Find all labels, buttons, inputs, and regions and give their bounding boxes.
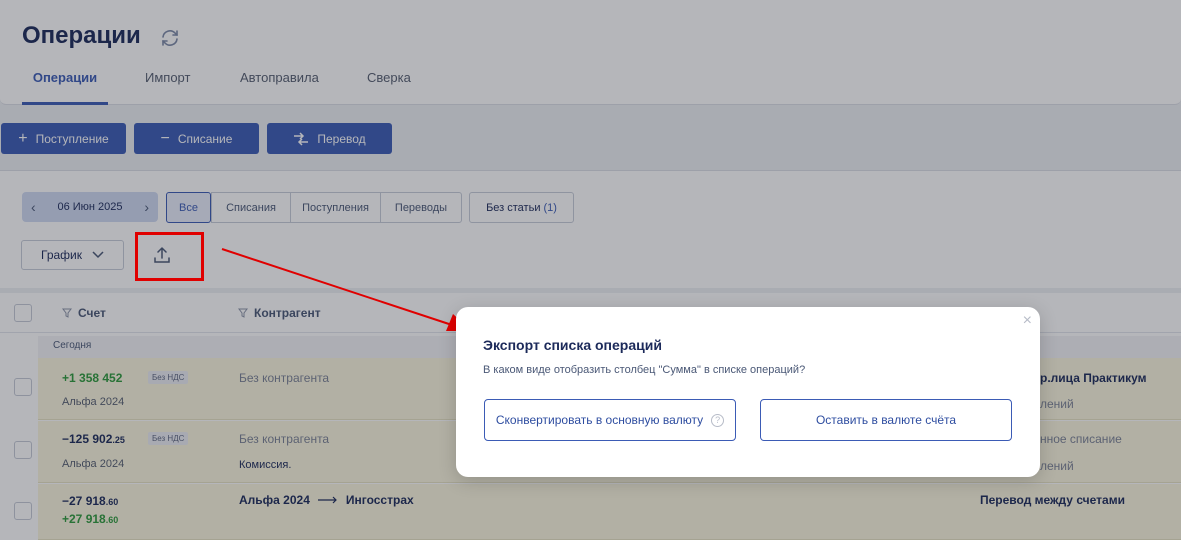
- modal-title: Экспорт списка операций: [483, 337, 662, 353]
- export-modal: × Экспорт списка операций В каком виде о…: [456, 307, 1040, 477]
- close-icon[interactable]: ×: [1023, 312, 1032, 330]
- keep-currency-button[interactable]: Оставить в валюте счёта: [760, 399, 1012, 441]
- help-icon[interactable]: ?: [711, 413, 725, 427]
- convert-currency-button[interactable]: Сконвертировать в основную валюту ?: [484, 399, 736, 441]
- keep-currency-label: Оставить в валюте счёта: [815, 413, 957, 427]
- modal-question: В каком виде отобразить столбец "Сумма" …: [483, 364, 806, 376]
- convert-currency-label: Сконвертировать в основную валюту: [495, 413, 704, 427]
